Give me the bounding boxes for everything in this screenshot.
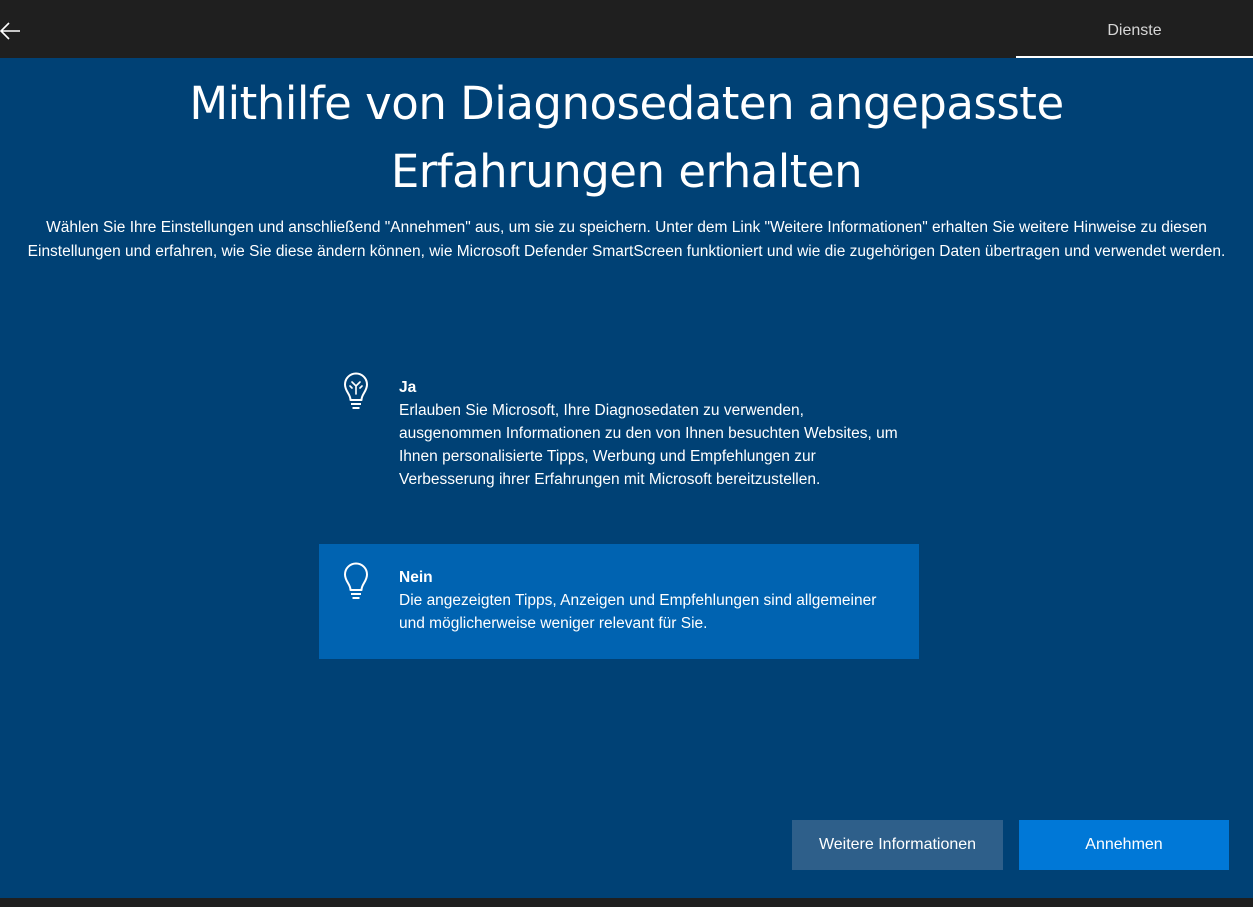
arrow-left-icon bbox=[0, 22, 20, 40]
page-description: Wählen Sie Ihre Einstellungen und anschl… bbox=[27, 219, 1226, 260]
page-title: Mithilfe von Diagnosedaten angepasste Er… bbox=[40, 70, 1213, 206]
option-nein-description: Die angezeigten Tipps, Anzeigen und Empf… bbox=[399, 592, 877, 632]
option-nein[interactable]: Nein Die angezeigten Tipps, Anzeigen und… bbox=[319, 544, 919, 659]
option-ja[interactable]: Ja Erlauben Sie Microsoft, Ihre Diagnose… bbox=[319, 362, 919, 530]
option-ja-description: Erlauben Sie Microsoft, Ihre Diagnosedat… bbox=[399, 402, 898, 488]
tab-active-indicator bbox=[1016, 56, 1253, 58]
option-nein-text: Nein Die angezeigten Tipps, Anzeigen und… bbox=[399, 566, 904, 635]
page-title-line-2: Erfahrungen erhalten bbox=[390, 145, 863, 198]
option-ja-text: Ja Erlauben Sie Microsoft, Ihre Diagnose… bbox=[399, 376, 904, 491]
option-nein-title: Nein bbox=[399, 569, 433, 586]
lightbulb-off-icon bbox=[341, 561, 371, 606]
top-bar: Dienste bbox=[0, 0, 1253, 58]
option-ja-title: Ja bbox=[399, 379, 417, 396]
lightbulb-on-icon bbox=[341, 371, 371, 416]
page-title-line-1: Mithilfe von Diagnosedaten angepasste bbox=[189, 77, 1064, 130]
bottom-bar bbox=[0, 898, 1253, 907]
tab-dienste[interactable]: Dienste bbox=[1016, 0, 1253, 58]
tab-label: Dienste bbox=[1107, 22, 1162, 39]
back-button[interactable] bbox=[0, 14, 24, 46]
more-info-button[interactable]: Weitere Informationen bbox=[792, 820, 1003, 870]
accept-button[interactable]: Annehmen bbox=[1019, 820, 1229, 870]
